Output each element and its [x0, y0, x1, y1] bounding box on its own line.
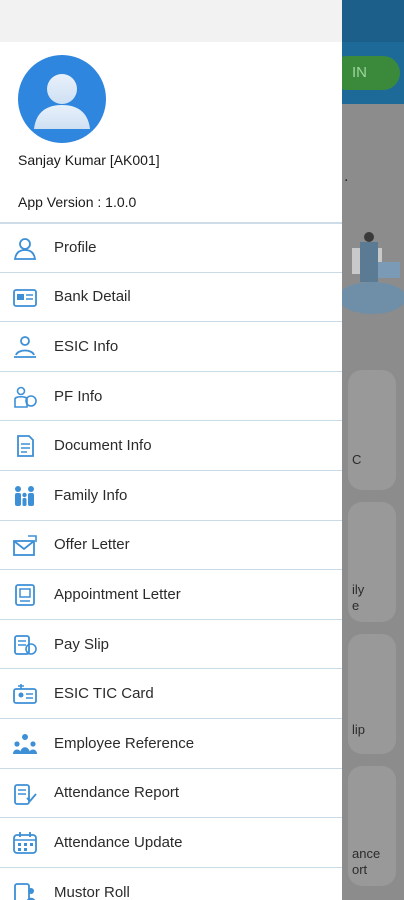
muster-roll-icon [14, 882, 36, 900]
menu-item-label: ESIC TIC Card [54, 685, 154, 703]
menu-item-attendance-update[interactable]: Attendance Update [0, 817, 342, 867]
menu-item-label: Attendance Report [54, 784, 180, 802]
drawer-menu: Profile Bank Detail ESIC Info PF Info Do… [0, 222, 342, 900]
pf-info-icon [14, 386, 37, 408]
menu-item-esic-tic-card[interactable]: ESIC TIC Card [0, 668, 342, 718]
appointment-letter-icon [15, 584, 35, 607]
menu-item-muster-roll[interactable]: Mustor Roll [0, 866, 342, 900]
menu-item-label: ESIC Info [54, 337, 119, 355]
menu-item-label: Mustor Roll [54, 883, 130, 900]
menu-item-offer-letter[interactable]: Offer Letter [0, 519, 342, 570]
background-card-label: e [352, 598, 360, 613]
menu-item-label: Employee Reference [54, 734, 195, 752]
menu-item-label: Bank Detail [54, 288, 131, 306]
menu-item-label: Document Info [54, 437, 152, 455]
drawer-status-area [0, 0, 342, 42]
menu-item-employee-reference[interactable]: Employee Reference [0, 717, 342, 768]
menu-item-family-info[interactable]: Family Info [0, 469, 342, 520]
drawer-header: Sanjay Kumar [AK001] App Version : 1.0.0 [0, 42, 342, 222]
menu-item-appointment-letter[interactable]: Appointment Letter [0, 569, 342, 619]
employee-reference-icon [13, 733, 37, 754]
menu-item-bank-detail[interactable]: Bank Detail [0, 271, 342, 322]
menu-item-pf-info[interactable]: PF Info [0, 370, 342, 421]
menu-item-document-info[interactable]: Document Info [0, 420, 342, 470]
menu-item-label: Appointment Letter [54, 585, 181, 603]
menu-item-label: Attendance Update [54, 833, 183, 851]
menu-item-pay-slip[interactable]: Pay Slip [0, 618, 342, 669]
bank-card-icon [13, 288, 37, 307]
user-avatar-icon [34, 74, 90, 129]
menu-item-esic-info[interactable]: ESIC Info [0, 321, 342, 371]
calendar-icon [13, 832, 37, 855]
menu-item-profile[interactable]: Profile [0, 222, 342, 272]
menu-item-label: Profile [54, 239, 97, 257]
family-icon [15, 485, 34, 506]
attendance-report-icon [14, 783, 37, 805]
background-card-label: lip [352, 722, 366, 737]
avatar[interactable] [18, 55, 106, 143]
background-card-label: ily [352, 582, 365, 597]
user-name: Sanjay Kumar [AK001] [18, 152, 160, 168]
app-version: App Version : 1.0.0 [18, 194, 137, 210]
menu-item-attendance-report[interactable]: Attendance Report [0, 767, 342, 818]
navigation-drawer: Sanjay Kumar [AK001] App Version : 1.0.0… [0, 0, 342, 900]
profile-icon [13, 238, 37, 260]
background-card-label: ort [352, 862, 368, 877]
background-text-fragment: . [344, 168, 349, 185]
menu-item-label: Family Info [54, 486, 128, 504]
offer-letter-icon [13, 534, 37, 556]
document-icon [17, 435, 34, 458]
background-card [348, 370, 396, 490]
menu-item-label: PF Info [54, 387, 103, 405]
background-illustration [342, 232, 404, 314]
menu-item-label: Pay Slip [54, 635, 110, 653]
tic-card-icon [13, 684, 37, 705]
background-card-label: ance [352, 846, 381, 861]
background-card-label: C [352, 452, 362, 467]
pay-slip-icon [14, 634, 37, 655]
esic-info-icon [14, 336, 36, 359]
menu-item-label: Offer Letter [54, 536, 130, 554]
